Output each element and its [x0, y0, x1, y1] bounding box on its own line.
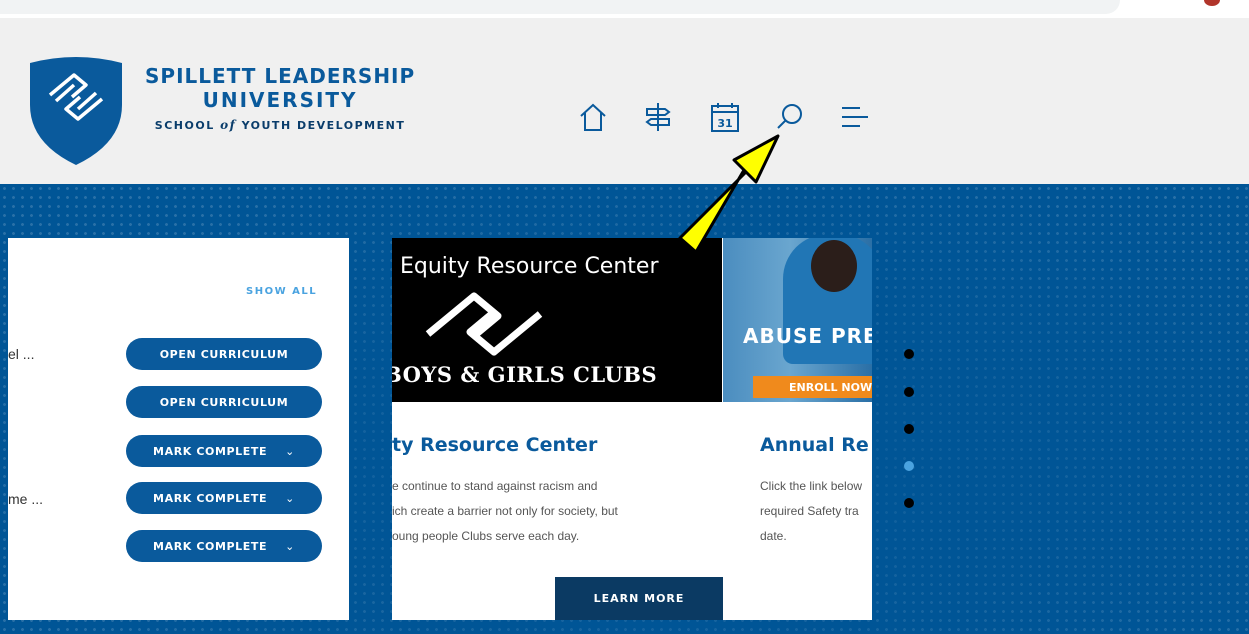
chevron-down-icon: ⌄ — [285, 539, 295, 553]
button-label: MARK COMPLETE — [153, 491, 268, 505]
brand-line-1: SPILLETT LEADERSHIP — [145, 64, 416, 88]
slide-2-line: required Safety tra — [760, 504, 859, 518]
bgca-logo-icon[interactable] — [28, 55, 124, 167]
menu-icon[interactable] — [838, 100, 872, 134]
news-slider: Equity Resource Center BOYS & GIRLS CLUB… — [392, 238, 872, 620]
curriculum-row-text-2: me ... — [8, 491, 44, 507]
show-all-link[interactable]: SHOW ALL — [246, 286, 317, 297]
mark-complete-button-1[interactable]: MARK COMPLETE ⌄ — [126, 435, 322, 467]
slider-dot-2[interactable] — [904, 387, 914, 397]
slider-dot-3[interactable] — [904, 424, 914, 434]
slide-2-heading[interactable]: Annual Re — [760, 434, 869, 456]
brand-line-3: SCHOOL of YOUTH DEVELOPMENT — [145, 118, 415, 132]
abuse-prevention-text: ABUSE PREV — [743, 324, 872, 348]
open-curriculum-button-1[interactable]: OPEN CURRICULUM — [126, 338, 322, 370]
slider-dot-4[interactable] — [904, 461, 914, 471]
brand-youth-development: YOUTH DEVELOPMENT — [241, 119, 406, 132]
equity-image-title: Equity Resource Center — [400, 254, 659, 279]
highlight-arrow-icon — [678, 134, 780, 254]
button-label: MARK COMPLETE — [153, 444, 268, 458]
open-curriculum-button-2[interactable]: OPEN CURRICULUM — [126, 386, 322, 418]
brand-title: SPILLETT LEADERSHIP UNIVERSITY SCHOOL of… — [145, 64, 415, 132]
slide-1-line: ich create a barrier not only for societ… — [392, 504, 618, 518]
home-icon[interactable] — [576, 100, 610, 134]
enroll-now-badge: ENROLL NOW! — [753, 376, 872, 398]
brand-line-2: UNIVERSITY — [202, 88, 358, 112]
curriculum-card: SHOW ALL el ... OPEN CURRICULUM OPEN CUR… — [8, 238, 349, 620]
slide-2-body: Click the link below required Safety tra… — [760, 474, 862, 549]
abuse-prevention-slide-image[interactable]: ABUSE PREV ENROLL NOW! — [723, 238, 872, 402]
calendar-icon[interactable]: 31 — [708, 100, 742, 134]
curriculum-row-text-1: el ... — [8, 346, 35, 362]
slide-1-body: e continue to stand against racism and i… — [392, 474, 618, 549]
slide-1-line: e continue to stand against racism and — [392, 479, 598, 493]
equity-slide-image[interactable]: Equity Resource Center BOYS & GIRLS CLUB… — [392, 238, 722, 402]
browser-top-strip — [0, 0, 1249, 18]
slide-1-heading[interactable]: ty Resource Center — [392, 434, 597, 456]
slide-1-line: oung people Clubs serve each day. — [392, 529, 580, 543]
slide-2-line: date. — [760, 529, 787, 543]
brand-of: of — [220, 118, 237, 132]
learn-more-button[interactable]: LEARN MORE — [555, 577, 723, 620]
bgca-hands-logo-icon — [425, 292, 543, 356]
search-icon[interactable] — [773, 100, 807, 134]
slider-dot-5[interactable] — [904, 498, 914, 508]
profile-avatar[interactable] — [1204, 0, 1220, 6]
signpost-icon[interactable] — [641, 100, 675, 134]
slide-2-line: Click the link below — [760, 479, 863, 493]
mark-complete-button-2[interactable]: MARK COMPLETE ⌄ — [126, 482, 322, 514]
site-header: SPILLETT LEADERSHIP UNIVERSITY SCHOOL of… — [0, 18, 1249, 184]
button-label: OPEN CURRICULUM — [159, 395, 289, 409]
slider-dot-1[interactable] — [904, 349, 914, 359]
button-label: MARK COMPLETE — [153, 539, 268, 553]
calendar-day: 31 — [717, 117, 732, 130]
button-label: OPEN CURRICULUM — [159, 347, 289, 361]
brand-school: SCHOOL — [154, 119, 215, 132]
browser-bar — [0, 0, 1120, 14]
chevron-down-icon: ⌄ — [285, 491, 295, 505]
mark-complete-button-3[interactable]: MARK COMPLETE ⌄ — [126, 530, 322, 562]
bgca-wordmark: BOYS & GIRLS CLUBS — [392, 362, 658, 387]
person-head — [811, 240, 857, 292]
chevron-down-icon: ⌄ — [285, 444, 295, 458]
